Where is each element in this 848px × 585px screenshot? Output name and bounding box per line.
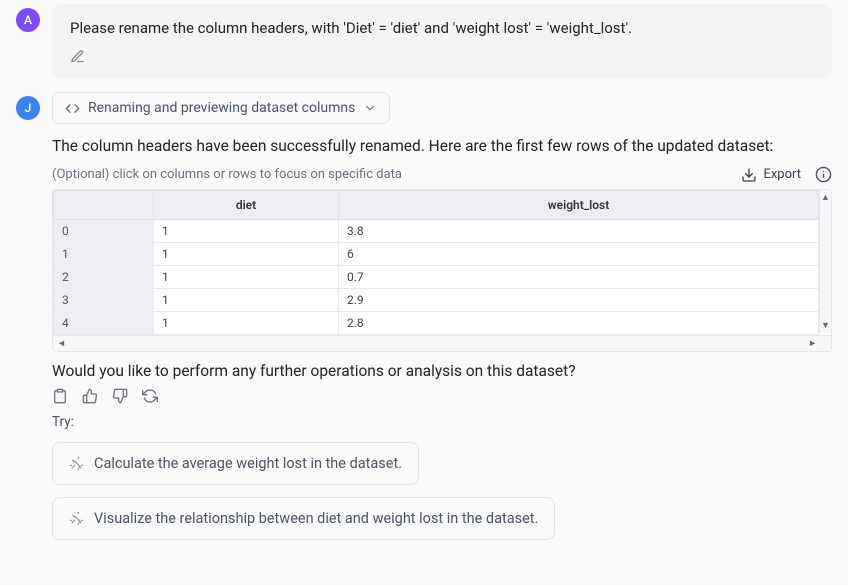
table-cell[interactable]: 1: [154, 220, 339, 243]
table-header-weight-lost[interactable]: weight_lost: [339, 191, 819, 220]
table-row[interactable]: 4 1 2.8: [54, 312, 819, 335]
message-actions: [52, 388, 832, 404]
wand-icon: [69, 511, 84, 526]
user-bubble: Please rename the column headers, with '…: [52, 4, 832, 78]
data-table[interactable]: diet weight_lost 0 1 3.8 1 1: [53, 190, 819, 335]
table-cell[interactable]: 2.9: [339, 289, 819, 312]
assistant-avatar: J: [16, 96, 40, 120]
table-row[interactable]: 0 1 3.8: [54, 220, 819, 243]
chevron-down-icon: [363, 101, 377, 115]
table-row[interactable]: 3 1 2.9: [54, 289, 819, 312]
scroll-down-arrow: ▼: [821, 320, 830, 331]
table-header-row: diet weight_lost: [54, 191, 819, 220]
table-cell[interactable]: 1: [154, 289, 339, 312]
tool-chip-label: Renaming and previewing dataset columns: [88, 100, 355, 116]
export-button[interactable]: Export: [741, 167, 801, 183]
table-hint: (Optional) click on columns or rows to f…: [52, 167, 402, 182]
suggestion-button[interactable]: Calculate the average weight lost in the…: [52, 442, 419, 485]
table-cell[interactable]: 0.7: [339, 266, 819, 289]
followup-text: Would you like to perform any further op…: [52, 362, 832, 380]
user-avatar: A: [16, 8, 40, 32]
suggestion-text: Visualize the relationship between diet …: [94, 510, 538, 527]
export-label: Export: [763, 167, 801, 182]
assistant-message: J Renaming and previewing dataset column…: [16, 92, 832, 540]
horizontal-scrollbar[interactable]: ◄ ►: [53, 335, 831, 351]
tool-chip[interactable]: Renaming and previewing dataset columns: [52, 92, 390, 124]
wand-icon: [69, 456, 84, 471]
table-cell[interactable]: 3.8: [339, 220, 819, 243]
table-cell-index[interactable]: 1: [54, 243, 154, 266]
table-cell-index[interactable]: 4: [54, 312, 154, 335]
vertical-scrollbar[interactable]: ▲ ▼: [819, 190, 831, 333]
table-row[interactable]: 1 1 6: [54, 243, 819, 266]
scroll-left-arrow: ◄: [57, 338, 66, 349]
table-header-diet[interactable]: diet: [154, 191, 339, 220]
table-cell-index[interactable]: 0: [54, 220, 154, 243]
assistant-response-text: The column headers have been successfull…: [52, 134, 832, 158]
table-cell[interactable]: 1: [154, 312, 339, 335]
table-cell-index[interactable]: 2: [54, 266, 154, 289]
table-row[interactable]: 2 1 0.7: [54, 266, 819, 289]
suggestion-text: Calculate the average weight lost in the…: [94, 455, 402, 472]
scroll-right-arrow: ►: [808, 338, 817, 349]
suggestion-button[interactable]: Visualize the relationship between diet …: [52, 497, 555, 540]
regenerate-icon[interactable]: [142, 388, 158, 404]
table-cell[interactable]: 6: [339, 243, 819, 266]
table-cell[interactable]: 1: [154, 243, 339, 266]
code-icon: [65, 101, 80, 116]
table-cell[interactable]: 1: [154, 266, 339, 289]
table-cell-index[interactable]: 3: [54, 289, 154, 312]
table-header-index[interactable]: [54, 191, 154, 220]
thumbs-up-icon[interactable]: [82, 388, 98, 404]
edit-icon[interactable]: [70, 49, 814, 64]
user-text: Please rename the column headers, with '…: [70, 18, 814, 39]
try-label: Try:: [52, 414, 832, 430]
thumbs-down-icon[interactable]: [112, 388, 128, 404]
copy-icon[interactable]: [52, 388, 68, 404]
scroll-up-arrow: ▲: [821, 190, 830, 203]
table-cell[interactable]: 2.8: [339, 312, 819, 335]
info-icon[interactable]: [815, 166, 832, 183]
user-message: A Please rename the column headers, with…: [16, 4, 832, 92]
download-icon: [741, 167, 757, 183]
data-table-container: diet weight_lost 0 1 3.8 1 1: [52, 189, 832, 352]
